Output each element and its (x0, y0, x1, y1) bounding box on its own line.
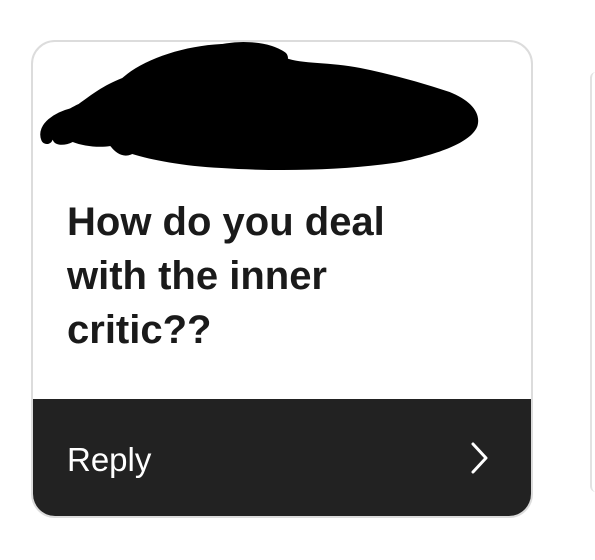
question-card: katiemiscioscia How do you deal with the… (31, 40, 533, 518)
reply-button[interactable]: Reply (33, 399, 531, 516)
question-line: critic?? (67, 308, 212, 352)
reply-label: Reply (67, 440, 152, 478)
chevron-right-icon (469, 440, 491, 476)
question-line: How do you deal (67, 200, 385, 244)
question-card-header: katiemiscioscia (33, 42, 531, 182)
screen: katiemiscioscia How do you deal with the… (0, 0, 595, 560)
redaction-scribble (40, 42, 479, 170)
question-line: with the inner (67, 254, 327, 298)
question-text: How do you deal with the inner critic?? (67, 195, 497, 357)
next-card-edge (590, 72, 595, 492)
